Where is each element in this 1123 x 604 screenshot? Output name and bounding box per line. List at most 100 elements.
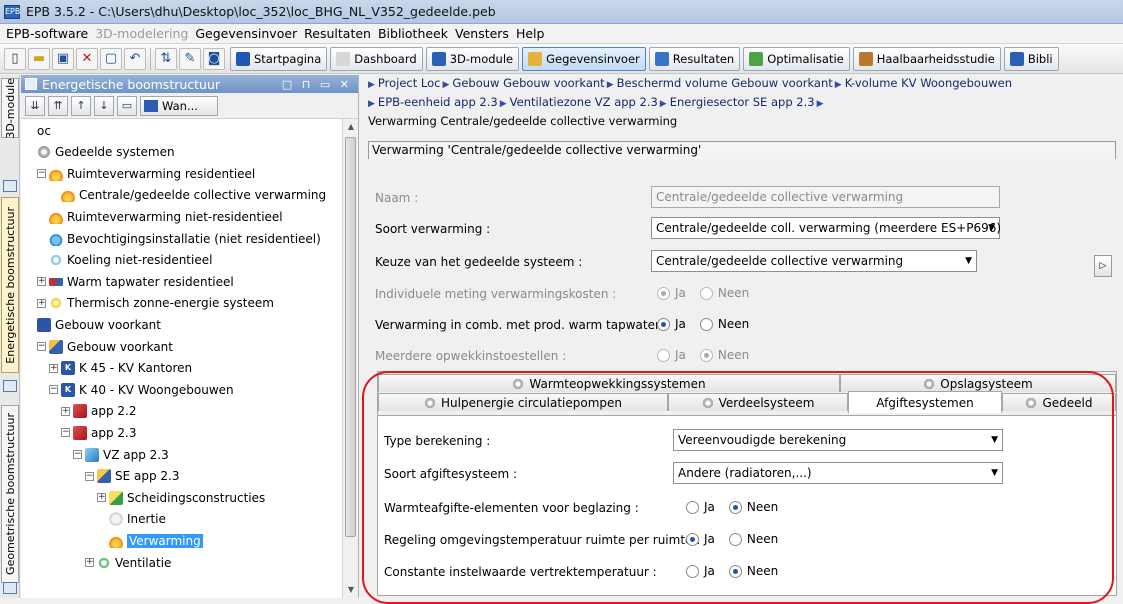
collapse-toggle-icon[interactable]: − bbox=[61, 428, 70, 438]
radio-button[interactable] bbox=[686, 564, 699, 578]
tab-geometrische-boomstructuur[interactable]: Geometrische boomstructuur bbox=[1, 405, 19, 583]
menu-epb-software[interactable]: EPB-software bbox=[6, 26, 88, 41]
naam-field[interactable]: Centrale/gedeelde collective verwarming bbox=[651, 186, 1000, 208]
tree-view-combo[interactable]: Wan... bbox=[140, 95, 218, 116]
gegevensinvoer-button[interactable]: Gegevensinvoer bbox=[522, 46, 646, 71]
expand-toggle-icon[interactable]: + bbox=[61, 406, 70, 416]
resultaten-button[interactable]: Resultaten bbox=[648, 46, 741, 71]
breadcrumb-link[interactable]: Beschermd volume Gebouw voorkant bbox=[617, 76, 833, 90]
tree-item[interactable]: Gebouw voorkant bbox=[37, 315, 161, 334]
radio-button[interactable] bbox=[728, 564, 742, 578]
radio-option-ja[interactable]: Ja bbox=[686, 564, 715, 578]
breadcrumb-link[interactable]: Energiesector SE app 2.3 bbox=[670, 95, 815, 109]
expand-toggle-icon[interactable]: + bbox=[97, 493, 106, 503]
filter-icon[interactable]: ▭ bbox=[117, 95, 137, 116]
move-down-icon[interactable]: ↓ bbox=[94, 95, 114, 116]
tree-item[interactable]: − Ruimteverwarming residentieel bbox=[37, 164, 255, 183]
breadcrumb-link[interactable]: Project Loc bbox=[378, 76, 441, 90]
tab-warmteopwekkingssystemen[interactable]: Warmteopwekkingssystemen bbox=[378, 374, 840, 392]
radio-option-ja[interactable]: Ja bbox=[657, 317, 686, 331]
scroll-down-arrow-icon[interactable]: ▼ bbox=[343, 582, 358, 598]
tree-item[interactable]: − VZ app 2.3 bbox=[73, 445, 169, 464]
collapse-toggle-icon[interactable]: − bbox=[37, 342, 46, 351]
expand-toggle-icon[interactable]: + bbox=[85, 558, 94, 567]
tree-item[interactable]: Ruimteverwarming niet-residentieel bbox=[49, 207, 283, 226]
tab-afgiftesystemen[interactable]: Afgiftesystemen bbox=[848, 391, 1002, 413]
expand-all-icon[interactable]: ⇈ bbox=[48, 95, 68, 116]
extra-view-icon[interactable] bbox=[3, 582, 17, 594]
optimalisatie-button[interactable]: Optimalisatie bbox=[743, 46, 850, 71]
radio-button[interactable] bbox=[699, 317, 713, 331]
view-icon[interactable]: ◙ bbox=[203, 47, 225, 70]
move-up-icon[interactable]: ↑ bbox=[71, 95, 91, 116]
open-system-button[interactable]: ▷ bbox=[1094, 255, 1112, 277]
scroll-thumb[interactable] bbox=[345, 137, 356, 537]
collapse-toggle-icon[interactable]: − bbox=[37, 169, 46, 179]
collapse-toggle-icon[interactable]: − bbox=[85, 471, 94, 481]
tree-item[interactable]: + Thermisch zonne-energie systeem bbox=[37, 294, 274, 313]
tree-item[interactable]: + Scheidingsconstructies bbox=[97, 488, 265, 507]
tree-scrollbar[interactable]: ▲ ▼ bbox=[342, 119, 358, 598]
tree-item[interactable]: Bevochtigingsinstallatie (niet residenti… bbox=[49, 229, 321, 248]
breadcrumb-link[interactable]: Ventilatiezone VZ app 2.3 bbox=[510, 95, 658, 109]
geometry-view-icon[interactable] bbox=[3, 380, 17, 392]
tree-item[interactable]: + K K 45 - KV Kantoren bbox=[49, 359, 192, 378]
radio-button[interactable] bbox=[686, 532, 699, 546]
radio-option-ja[interactable]: Ja bbox=[686, 500, 715, 514]
edit-icon[interactable]: ✎ bbox=[179, 47, 201, 70]
soort-afgifte-select[interactable]: Andere (radiatoren,...) ▼ bbox=[673, 462, 1003, 484]
scroll-up-arrow-icon[interactable]: ▲ bbox=[343, 119, 358, 135]
type-berekening-select[interactable]: Vereenvoudigde berekening ▼ bbox=[673, 429, 1003, 451]
radio-option-neen[interactable]: Neen bbox=[728, 564, 778, 578]
tree-item[interactable]: Koeling niet-residentieel bbox=[49, 251, 212, 270]
tab-hulpenergie[interactable]: Hulpenergie circulatiepompen bbox=[378, 393, 668, 411]
tree-item[interactable]: + Ventilatie bbox=[85, 553, 171, 572]
keuze-systeem-select[interactable]: Centrale/gedeelde collective verwarming … bbox=[651, 250, 977, 272]
breadcrumb-link[interactable]: Gebouw Gebouw voorkant bbox=[452, 76, 604, 90]
tree-item[interactable]: Gedeelde systemen bbox=[37, 143, 175, 162]
tree-item[interactable]: + app 2.2 bbox=[61, 402, 137, 421]
radio-option-neen[interactable]: Neen bbox=[699, 317, 749, 331]
panel-window-controls[interactable]: □ ⊓ ▭ ✕ bbox=[282, 78, 352, 91]
expand-toggle-icon[interactable]: + bbox=[37, 298, 46, 308]
radio-option-neen[interactable]: Neen bbox=[728, 532, 778, 546]
breadcrumb-link[interactable]: EPB-eenheid app 2.3 bbox=[378, 95, 498, 109]
undo-icon[interactable]: ↶ bbox=[124, 47, 146, 70]
collapse-toggle-icon[interactable]: − bbox=[73, 450, 82, 459]
tree-view-icon[interactable] bbox=[3, 180, 17, 192]
tab-energetische-boomstructuur[interactable]: Energetische boomstructuur bbox=[1, 197, 19, 373]
radio-button[interactable] bbox=[728, 500, 742, 514]
expand-toggle-icon[interactable]: + bbox=[49, 363, 58, 373]
radio-button[interactable] bbox=[686, 500, 699, 514]
tree-item[interactable]: − K K 40 - KV Woongebouwen bbox=[49, 380, 234, 399]
dashboard-button[interactable]: Dashboard bbox=[330, 46, 423, 71]
radio-button[interactable] bbox=[657, 317, 670, 331]
window-icon[interactable]: ▢ bbox=[100, 47, 122, 70]
tree-item[interactable]: + Warm tapwater residentieel bbox=[37, 272, 234, 291]
tree-item[interactable]: − SE app 2.3 bbox=[85, 467, 180, 486]
tree-item[interactable]: Verwarming bbox=[109, 531, 203, 550]
menu-resultaten[interactable]: Resultaten bbox=[304, 26, 371, 41]
tree-item[interactable]: Centrale/gedeelde collective verwarming bbox=[61, 186, 326, 205]
menu-help[interactable]: Help bbox=[516, 26, 545, 41]
new-file-icon[interactable]: ▯ bbox=[4, 47, 26, 70]
tree-item[interactable]: − Gebouw voorkant bbox=[37, 337, 173, 356]
tab-verdeelsysteem[interactable]: Verdeelsysteem bbox=[668, 393, 848, 411]
expand-toggle-icon[interactable]: + bbox=[37, 277, 46, 287]
startpagina-button[interactable]: Startpagina bbox=[230, 46, 328, 71]
menu-3d-modelering[interactable]: 3D-modelering bbox=[95, 26, 188, 41]
menu-vensters[interactable]: Vensters bbox=[455, 26, 509, 41]
soort-verwarming-select[interactable]: Centrale/gedeelde coll. verwarming (meer… bbox=[651, 217, 1001, 239]
tab-gedeeld[interactable]: Gedeeld bbox=[1002, 393, 1116, 411]
open-folder-icon[interactable]: ▬ bbox=[28, 47, 50, 70]
haalbaarheidsstudie-button[interactable]: Haalbaarheidsstudie bbox=[852, 46, 1001, 71]
menu-bibliotheek[interactable]: Bibliotheek bbox=[378, 26, 448, 41]
delete-icon[interactable]: ✕ bbox=[76, 47, 98, 70]
tree-item[interactable]: oc bbox=[37, 121, 51, 140]
save-icon[interactable]: ▣ bbox=[52, 47, 74, 70]
breadcrumb-link[interactable]: K-volume KV Woongebouwen bbox=[845, 76, 1012, 90]
collapse-toggle-icon[interactable]: − bbox=[49, 385, 58, 395]
radio-option-neen[interactable]: Neen bbox=[728, 500, 778, 514]
radio-button[interactable] bbox=[728, 532, 742, 546]
menu-gegevensinvoer[interactable]: Gegevensinvoer bbox=[195, 26, 297, 41]
